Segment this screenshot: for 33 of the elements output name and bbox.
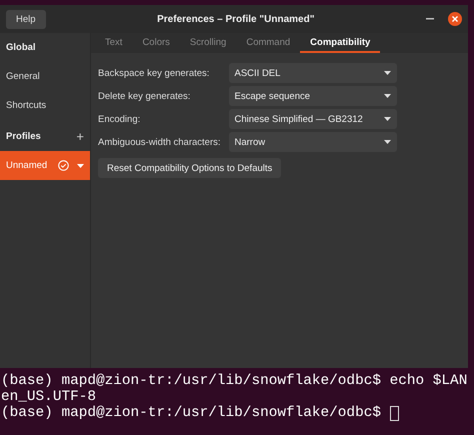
reset-button[interactable]: Reset Compatibility Options to Defaults — [98, 158, 282, 178]
tab[interactable]: Command — [236, 33, 300, 53]
caret-icon — [384, 71, 390, 75]
section-label: Profiles — [6, 131, 42, 142]
close-icon[interactable] — [448, 12, 462, 26]
add-profile-button[interactable]: + — [76, 129, 84, 144]
tab[interactable]: Colors — [132, 33, 180, 53]
setting-label: Delete key generates: — [98, 90, 192, 102]
setting-label: Ambiguous-width characters: — [98, 136, 220, 148]
tab[interactable]: Compatibility — [300, 33, 380, 53]
terminal-line: (base) mapd@zion-tr:/usr/lib/snowflake/odbc$ echo $LAN — [1, 373, 468, 389]
dropdown[interactable]: Narrow — [228, 132, 396, 152]
setting-label: Encoding: — [98, 114, 142, 124]
profile-label: Unnamed — [6, 160, 48, 171]
minimize-icon[interactable] — [426, 18, 434, 20]
caret-icon — [384, 117, 390, 121]
dropdown-icon[interactable] — [77, 164, 84, 168]
caret-icon — [384, 140, 390, 144]
tab[interactable]: Text — [95, 33, 132, 53]
dropdown[interactable]: Chinese Simplified — GB2312 — [228, 109, 396, 129]
setting-label: Backspace key generates: — [98, 68, 210, 78]
sidebar-item[interactable]: Shortcuts — [0, 91, 90, 120]
sidebar-item[interactable]: General — [0, 62, 90, 91]
tab[interactable]: Scrolling — [180, 33, 236, 53]
dropdown[interactable]: ASCII DEL — [228, 63, 396, 83]
sidebar-section: Global — [0, 33, 90, 62]
dropdown[interactable]: Escape sequence — [228, 86, 396, 106]
sidebar-item[interactable]: Unnamed — [0, 151, 90, 180]
terminal-line: en_US.UTF-8 — [1, 389, 96, 405]
terminal-line: (base) mapd@zion-tr:/usr/lib/snowflake/odbc$ — [1, 405, 382, 421]
help-button[interactable]: Help — [6, 10, 46, 28]
window-title: Preferences – Profile "Unnamed" — [156, 14, 316, 24]
caret-icon — [384, 94, 390, 98]
